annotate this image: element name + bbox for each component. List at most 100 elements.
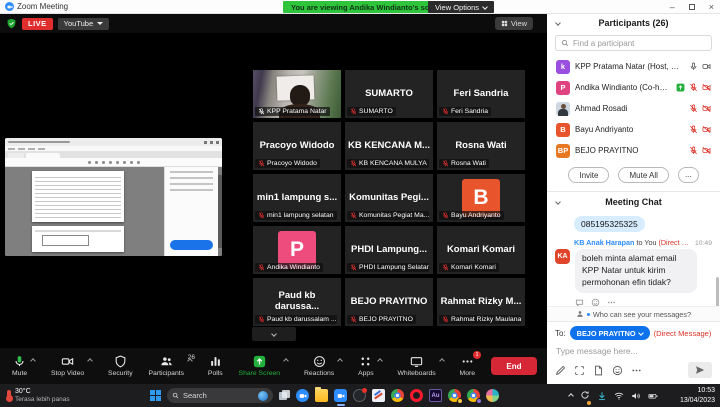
avatar: k: [556, 60, 570, 74]
participant-row[interactable]: Ahmad Rosadi: [547, 98, 720, 119]
recipient-selector[interactable]: BEJO PRAYITNO: [570, 326, 650, 340]
participant-tile[interactable]: P Andika Windianto: [253, 226, 341, 274]
recorder-app-icon[interactable]: [353, 389, 366, 402]
participant-tile[interactable]: BEJO PRAYITNO BEJO PRAYITNO: [345, 278, 433, 326]
emoji-reaction-icon[interactable]: [591, 298, 600, 306]
participant-tile[interactable]: Komunitas Pegi... Komunitas Pegiat Ma...: [345, 174, 433, 222]
adobe-audition-icon[interactable]: Au: [429, 389, 442, 402]
attach-file-icon[interactable]: [593, 365, 604, 376]
participant-row[interactable]: k KPP Pratama Natar (Host, me): [547, 56, 720, 77]
hidden-icons-chevron[interactable]: [568, 393, 574, 399]
participant-tile[interactable]: SUMARTO SUMARTO: [345, 70, 433, 118]
direct-message-tag: (Direct Mes...: [658, 238, 693, 247]
youtube-stream-button[interactable]: YouTube: [58, 18, 109, 30]
stop-video-button[interactable]: Stop Video: [51, 355, 92, 378]
reply-icon[interactable]: [575, 298, 584, 306]
tile-label-text: Feri Sandria: [451, 108, 488, 115]
view-layout-button[interactable]: View: [495, 17, 533, 30]
chat-scrollbar[interactable]: [716, 277, 719, 306]
more-button[interactable]: 1 More: [460, 355, 476, 378]
restore-button[interactable]: [689, 4, 695, 10]
show-more-tiles-button[interactable]: [252, 327, 296, 341]
participant-row[interactable]: P Andika Windianto (Co-host): [547, 77, 720, 98]
reactions-button[interactable]: Reactions: [304, 355, 342, 378]
screenshot-icon[interactable]: [574, 365, 585, 376]
minimize-button[interactable]: –: [670, 3, 675, 12]
participants-section-header: Participants (26): [547, 14, 720, 32]
invite-button[interactable]: Invite: [568, 167, 609, 183]
participant-tile[interactable]: Feri Sandria Feri Sandria: [437, 70, 525, 118]
end-meeting-button[interactable]: End: [491, 357, 537, 375]
opera-icon[interactable]: [410, 389, 423, 402]
mute-button[interactable]: Mute: [12, 355, 35, 378]
zoom-tray-app-icon[interactable]: [296, 389, 309, 402]
chrome-icon[interactable]: [391, 389, 404, 402]
file-explorer-icon[interactable]: [315, 389, 328, 402]
participants-button[interactable]: 26 Participants: [149, 355, 193, 378]
participant-tile[interactable]: Komari Komari Komari Komari: [437, 226, 525, 274]
participant-tile[interactable]: KPP Pratama Natar: [253, 70, 341, 118]
participant-tile[interactable]: min1 lampung s... min1 lampung selatan: [253, 174, 341, 222]
chat-messages[interactable]: 085195325325 KB Anak Harapan to You (Dir…: [547, 211, 720, 306]
whiteboards-button[interactable]: Whiteboards: [398, 355, 444, 378]
security-button[interactable]: Security: [108, 355, 133, 378]
send-message-button[interactable]: [688, 362, 712, 378]
chrome-profile-icon[interactable]: [448, 389, 461, 402]
collapse-chat-chevron[interactable]: [555, 199, 561, 205]
share-options-chevron[interactable]: [283, 358, 289, 364]
search-icon: [172, 392, 179, 399]
snipping-tool-icon[interactable]: [372, 389, 385, 402]
mute-options-chevron[interactable]: [30, 358, 36, 364]
chat-section-header: Meeting Chat: [547, 193, 720, 211]
collapse-participants-chevron[interactable]: [555, 20, 561, 26]
speaker-icon[interactable]: [631, 391, 641, 401]
video-options-chevron[interactable]: [87, 358, 93, 364]
format-text-icon[interactable]: [555, 365, 566, 376]
mute-all-button[interactable]: Mute All: [618, 167, 668, 183]
apps-button[interactable]: Apps: [358, 355, 382, 378]
download-manager-icon[interactable]: [597, 391, 607, 401]
start-button[interactable]: [150, 390, 161, 401]
paint-app-icon[interactable]: [486, 389, 499, 402]
participant-actions: Invite Mute All ...: [547, 161, 720, 192]
participant-row[interactable]: B Bayu Andriyanto: [547, 119, 720, 140]
participant-row[interactable]: BP BEJO PRAYITNO: [547, 140, 720, 161]
more-dots-icon[interactable]: [631, 365, 642, 376]
muted-microphone-icon: [350, 264, 357, 271]
tile-name-label: Feri Sandria: [439, 107, 491, 116]
battery-icon[interactable]: [648, 391, 658, 401]
participant-tile[interactable]: Pracoyo Widodo Pracoyo Widodo: [253, 122, 341, 170]
participant-tile[interactable]: KB KENCANA M... KB KENCANA MULYA: [345, 122, 433, 170]
participant-tile[interactable]: PHDI Lampung... PHDI Lampung Selatan: [345, 226, 433, 274]
screen-share-preview[interactable]: [5, 138, 222, 256]
participant-tile[interactable]: Rahmat Rizky M... Rahmat Rizky Maulana: [437, 278, 525, 326]
share-screen-icon: [253, 355, 266, 368]
sync-tray-icon[interactable]: [580, 387, 590, 405]
taskbar-clock[interactable]: 10:53 13/04/2023: [680, 384, 715, 407]
taskbar-weather-widget[interactable]: 30°C Terasa lebih panas: [0, 388, 70, 404]
close-button[interactable]: ×: [709, 3, 714, 12]
chrome-profile-icon[interactable]: [467, 389, 480, 402]
search-input[interactable]: [573, 39, 706, 48]
apps-icon: [359, 355, 372, 368]
taskbar-search[interactable]: Search: [167, 388, 273, 403]
view-options-button[interactable]: View Options: [428, 1, 494, 13]
share-screen-button[interactable]: Share Screen: [239, 355, 289, 378]
more-options-button[interactable]: ...: [678, 167, 699, 183]
who-can-see-banner[interactable]: Who can see your messages?: [547, 306, 720, 321]
emoji-picker-icon[interactable]: [612, 365, 623, 376]
apps-options-chevron[interactable]: [377, 358, 383, 364]
wifi-icon[interactable]: [614, 391, 624, 401]
participant-tile[interactable]: B Bayu Andriyanto: [437, 174, 525, 222]
participant-tile[interactable]: Rosna Wati Rosna Wati: [437, 122, 525, 170]
chat-message-input[interactable]: [556, 346, 713, 356]
participant-tile[interactable]: Paud kb darussa... Paud kb darussalam ..…: [253, 278, 341, 326]
reactions-options-chevron[interactable]: [337, 358, 343, 364]
participant-search[interactable]: [555, 35, 712, 51]
zoom-active-app-icon[interactable]: [334, 389, 347, 402]
preview-canvas: [5, 167, 164, 256]
whiteboards-options-chevron[interactable]: [439, 358, 445, 364]
polls-button[interactable]: Polls: [208, 355, 223, 378]
more-dots-icon[interactable]: [607, 298, 616, 306]
task-view-button[interactable]: [279, 390, 290, 401]
